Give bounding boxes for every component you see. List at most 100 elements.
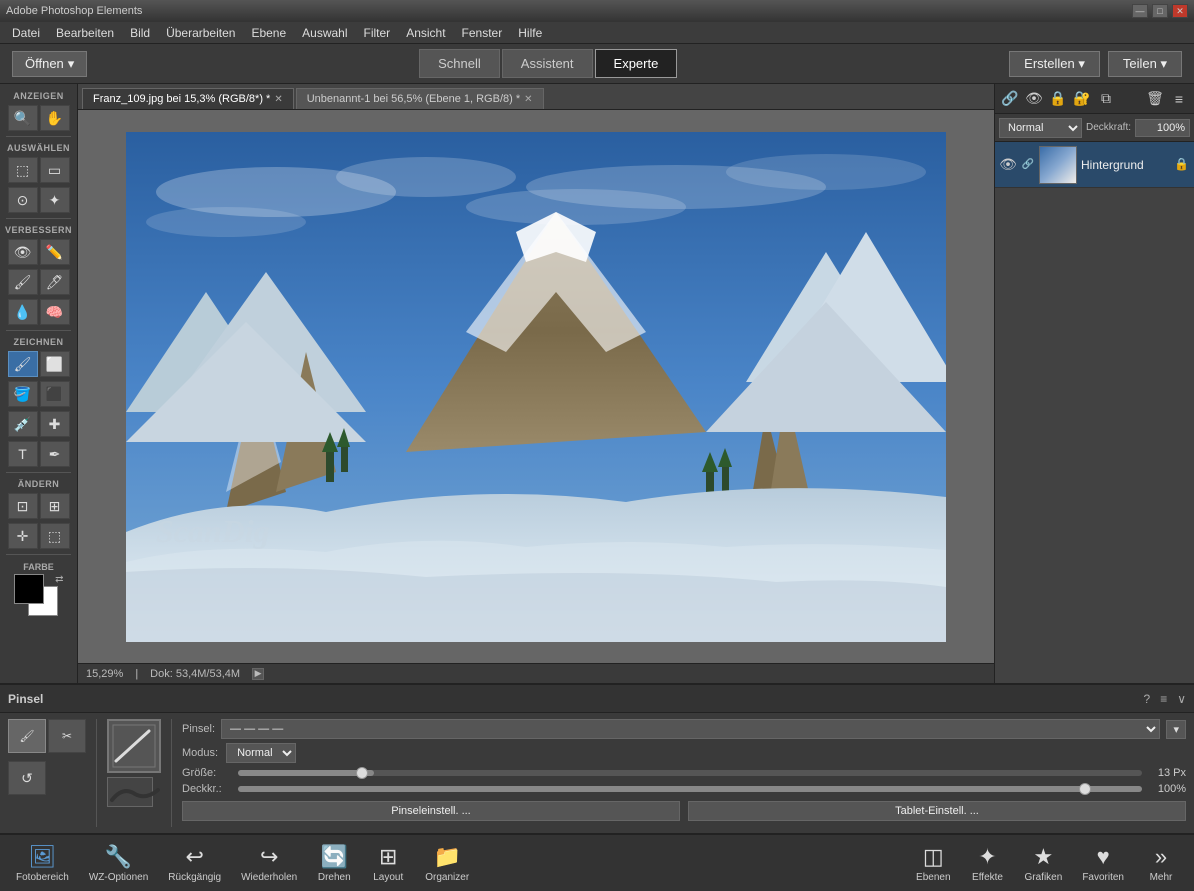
menu-fenster[interactable]: Fenster <box>454 24 511 42</box>
layer-visibility-icon[interactable]: 👁 <box>999 156 1017 174</box>
eraser-tool[interactable]: ⬜ <box>40 351 70 377</box>
svg-text:ScanDig: ScanDig <box>156 513 270 549</box>
opacity-input[interactable]: 100% <box>1135 119 1190 137</box>
groesse-thumb[interactable] <box>356 767 368 779</box>
layer-eye-btn[interactable]: 👁 <box>1023 88 1045 110</box>
tab-1-close[interactable]: ✕ <box>274 94 282 105</box>
bottom-rueckgaengig[interactable]: ↩ Rückgängig <box>160 840 229 887</box>
eyedrop-tool[interactable]: 💉 <box>8 411 38 437</box>
zoom-tool[interactable]: 🔍 <box>8 105 38 131</box>
farbe-label: FARBE <box>8 562 69 574</box>
groesse-slider[interactable] <box>238 770 1142 776</box>
mode-assistent[interactable]: Assistent <box>502 49 593 78</box>
bottom-drehen[interactable]: 🔄 Drehen <box>309 840 359 887</box>
heal-tool[interactable]: ✚ <box>40 411 70 437</box>
brush-preset-2[interactable]: ✂ <box>48 719 86 753</box>
layer-item-background[interactable]: 👁 🔗 Hintergrund 🔒 <box>995 142 1194 188</box>
mode-experte[interactable]: Experte <box>595 49 678 78</box>
redeye-tool[interactable]: 👁 <box>8 239 38 265</box>
wiederholen-label: Wiederholen <box>241 872 297 883</box>
menu-datei[interactable]: Datei <box>4 24 48 42</box>
brain-tool[interactable]: 🧠 <box>40 299 70 325</box>
bottom-effekte[interactable]: ✦ Effekte <box>963 840 1013 887</box>
menu-bearbeiten[interactable]: Bearbeiten <box>48 24 122 42</box>
pinseleinstell-btn[interactable]: Pinseleinstell. ... <box>182 801 680 821</box>
clone-tool[interactable]: 🖌 <box>8 269 38 295</box>
menu-bild[interactable]: Bild <box>122 24 158 42</box>
fill-tool[interactable]: 🪣 <box>8 381 38 407</box>
crop-tool[interactable]: ⊡ <box>8 493 38 519</box>
tab-2[interactable]: Unbenannt-1 bei 56,5% (Ebene 1, RGB/8) *… <box>296 88 544 109</box>
brush-preset-1[interactable]: 🖌 <box>8 719 46 753</box>
mode-schnell[interactable]: Schnell <box>419 49 500 78</box>
text-tool[interactable]: T <box>8 441 38 467</box>
brush-expand-icon[interactable]: ∨ <box>1177 692 1186 706</box>
bottom-ebenen[interactable]: ◫ Ebenen <box>908 840 958 887</box>
tab-2-close[interactable]: ✕ <box>524 94 532 105</box>
maximize-button[interactable]: □ <box>1152 4 1168 18</box>
layer-menu-btn[interactable]: ≡ <box>1168 88 1190 110</box>
swap-colors-icon[interactable]: ⇄ <box>55 574 63 585</box>
deckkr-thumb[interactable] <box>1079 783 1091 795</box>
menu-ansicht[interactable]: Ansicht <box>398 24 453 42</box>
bottom-mehr[interactable]: » Mehr <box>1136 840 1186 887</box>
bottom-wz-optionen[interactable]: 🔧 WZ-Optionen <box>81 840 156 887</box>
layer-lock-btn[interactable]: 🔒 <box>1047 88 1069 110</box>
offnen-dropdown-icon: ▾ <box>68 56 75 72</box>
menu-hilfe[interactable]: Hilfe <box>510 24 550 42</box>
bottom-organizer[interactable]: 📁 Organizer <box>417 840 477 887</box>
tableteinstell-btn[interactable]: Tablet-Einstell. ... <box>688 801 1186 821</box>
brush-tool[interactable]: 🖌 <box>8 351 38 377</box>
perspective-tool[interactable]: ⬚ <box>40 523 70 549</box>
tab-1[interactable]: Franz_109.jpg bei 15,3% (RGB/8*) * ✕ <box>82 88 294 109</box>
layer-link-btn[interactable]: 🔗 <box>999 88 1021 110</box>
offnen-button[interactable]: Öffnen ▾ <box>12 51 87 77</box>
teilen-button[interactable]: Teilen ▾ <box>1108 51 1182 77</box>
layer-delete-btn[interactable]: 🗑 <box>1144 88 1166 110</box>
menu-filter[interactable]: Filter <box>356 24 399 42</box>
bottom-fotobereich[interactable]: 🖼 Fotobereich <box>8 840 77 887</box>
fix-tool[interactable]: ✏️ <box>40 239 70 265</box>
lasso-tool[interactable]: ⊙ <box>8 187 38 213</box>
verbessern-tools-2: 🖌 🖊 <box>0 267 77 297</box>
brush-panel: Pinsel ? ≡ ∨ 🖌 ✂ ↺ <box>0 683 1194 833</box>
minimize-button[interactable]: — <box>1132 4 1148 18</box>
deckkr-slider[interactable] <box>238 786 1142 792</box>
magic-select-tool[interactable]: ✦ <box>40 187 70 213</box>
layout-icon: ⊞ <box>379 844 397 870</box>
hand-tool[interactable]: ✋ <box>40 105 70 131</box>
brush-big-btn[interactable] <box>107 719 161 773</box>
tab-2-label: Unbenannt-1 bei 56,5% (Ebene 1, RGB/8) * <box>307 93 520 105</box>
modus-select[interactable]: Normal <box>226 743 296 763</box>
brush-menu-icon[interactable]: ≡ <box>1160 692 1167 706</box>
window-controls: — □ ✕ <box>1132 4 1188 18</box>
bottom-layout[interactable]: ⊞ Layout <box>363 840 413 887</box>
erstellen-button[interactable]: Erstellen ▾ <box>1009 51 1100 77</box>
text2-tool[interactable]: ✒ <box>40 441 70 467</box>
rect-select-tool[interactable]: ▭ <box>40 157 70 183</box>
auswaehlen-tools-1: ⬚ ▭ <box>0 155 77 185</box>
move-tool[interactable]: ✛ <box>8 523 38 549</box>
brush-help-icon[interactable]: ? <box>1144 692 1151 706</box>
transform-tool[interactable]: ⊞ <box>40 493 70 519</box>
stamp-tool[interactable]: 🖊 <box>40 269 70 295</box>
bottom-wiederholen[interactable]: ↪ Wiederholen <box>233 840 305 887</box>
brush-name-select[interactable]: — — — — <box>221 719 1160 739</box>
menu-ebene[interactable]: Ebene <box>243 24 294 42</box>
brush-dropdown-btn[interactable]: ▾ <box>1166 720 1186 739</box>
blend-mode-select[interactable]: Normal <box>999 118 1082 138</box>
menu-auswahl[interactable]: Auswahl <box>294 24 355 42</box>
menu-ueberarbeiten[interactable]: Überarbeiten <box>158 24 243 42</box>
anzeigen-tools: 🔍 ✋ <box>0 103 77 133</box>
blur-tool[interactable]: 💧 <box>8 299 38 325</box>
layer-copy-btn[interactable]: ⧉ <box>1095 88 1117 110</box>
brush-erase-btn[interactable]: ↺ <box>8 761 46 795</box>
close-button[interactable]: ✕ <box>1172 4 1188 18</box>
marquee-tool[interactable]: ⬚ <box>8 157 38 183</box>
status-arrow[interactable]: ▶ <box>252 668 264 680</box>
layer-lock2-btn[interactable]: 🔐 <box>1071 88 1093 110</box>
bottom-favoriten[interactable]: ♥ Favoriten <box>1074 840 1132 887</box>
fg-color-swatch[interactable] <box>14 574 44 604</box>
rect-tool[interactable]: ⬛ <box>40 381 70 407</box>
bottom-grafiken[interactable]: ★ Grafiken <box>1017 840 1071 887</box>
